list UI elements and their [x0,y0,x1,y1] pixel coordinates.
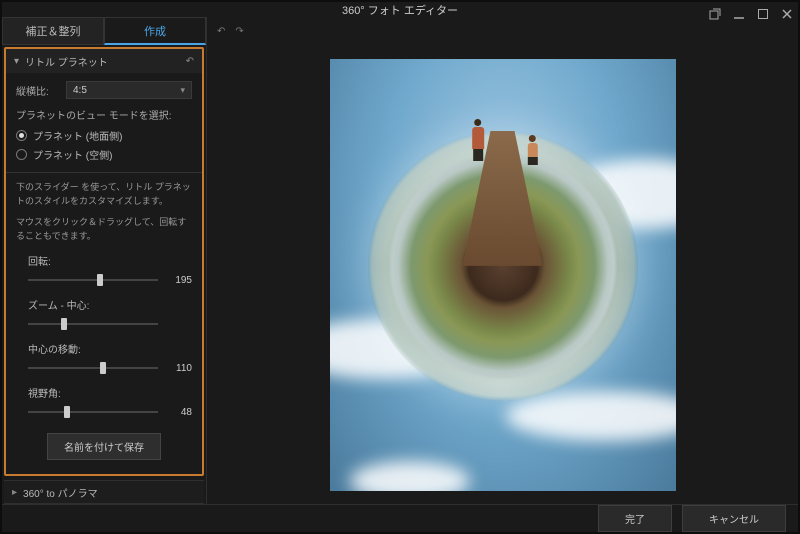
slider-rotation[interactable] [28,273,158,287]
chevron-right-icon: ▸ [12,487,17,498]
radio-planet-ground[interactable]: プラネット (地面側) [16,128,192,143]
preview-panel: ↶ ↷ [207,17,798,504]
slider-zoom-label: ズーム - 中心: [16,297,192,312]
chevron-down-icon: ▾ [14,56,19,67]
slider-rotation-value: 195 [166,275,192,286]
done-button[interactable]: 完了 [598,505,672,532]
save-as-button[interactable]: 名前を付けて保存 [47,433,161,460]
canvas-area[interactable] [207,45,798,504]
divider [6,172,202,173]
help-text-1: 下のスライダー を使って、リトル プラネットのスタイルをカスタマイズします。 [16,181,192,208]
view-mode-label: プラネットのビュー モードを選択: [16,107,192,122]
redo-button[interactable]: ↷ [235,26,243,37]
undo-icon[interactable]: ↶ [186,56,194,67]
tab-correct-align[interactable]: 補正＆整列 [2,17,104,45]
left-panel: 補正＆整列 作成 ▾ リトル プラネット ↶ 縦横比: 4:5 [2,17,207,504]
slider-center-label: 中心の移動: [16,341,192,356]
slider-rotation-label: 回転: [16,253,192,268]
popout-icon[interactable] [708,7,722,21]
slider-zoom[interactable] [28,317,158,331]
titlebar: 360° フォト エディター [2,2,798,17]
footer: 完了 キャンセル [2,504,798,532]
little-planet-header[interactable]: ▾ リトル プラネット ↶ [6,49,202,73]
aspect-select[interactable]: 4:5 [66,81,192,99]
preview-image [330,59,676,491]
little-planet-section: ▾ リトル プラネット ↶ 縦横比: 4:5 プラネットのビュー モードを選択: [4,47,204,476]
tab-create[interactable]: 作成 [104,17,206,45]
radio-icon [16,130,27,141]
section-title: リトル プラネット [25,54,108,69]
slider-fov-label: 視野角: [16,385,192,400]
window-title: 360° フォト エディター [342,2,458,18]
aspect-label: 縦横比: [16,83,66,98]
panorama-section-header[interactable]: ▸ 360° to パノラマ [4,480,204,504]
panorama-title: 360° to パノラマ [23,485,98,500]
radio-planet-sky[interactable]: プラネット (空側) [16,147,192,162]
slider-center-value: 110 [166,363,192,374]
close-icon[interactable] [780,7,794,21]
slider-fov[interactable] [28,405,158,419]
radio-icon [16,149,27,160]
slider-fov-value: 48 [166,407,192,418]
minimize-icon[interactable] [732,7,746,21]
help-text-2: マウスをクリック＆ドラッグして、回転することもできます。 [16,216,192,243]
maximize-icon[interactable] [756,7,770,21]
slider-center[interactable] [28,361,158,375]
cancel-button[interactable]: キャンセル [682,505,786,532]
undo-button[interactable]: ↶ [217,26,225,37]
